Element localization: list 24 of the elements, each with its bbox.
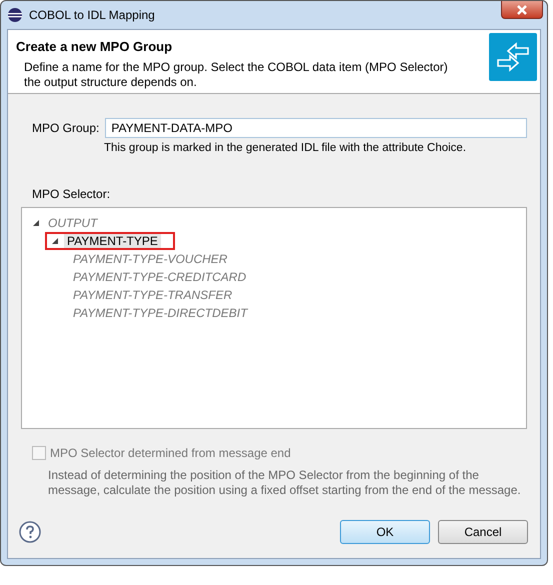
close-button[interactable] [501, 1, 543, 19]
tree-item[interactable]: PAYMENT-TYPE-VOUCHER [70, 252, 230, 266]
checkbox-label: MPO Selector determined from message end [50, 446, 291, 460]
option-description: Instead of determining the position of the MPO Selector from the beginning of the message, calculate the position using a fixed offset starting from the end of the message. [48, 468, 522, 498]
close-icon [517, 4, 527, 14]
window-title: COBOL to IDL Mapping [29, 8, 155, 22]
field-label: MPO Group: [32, 121, 100, 135]
help-icon[interactable] [19, 521, 41, 543]
ok-button[interactable]: OK [340, 520, 430, 544]
expand-icon[interactable] [51, 237, 59, 245]
tree-item[interactable]: OUTPUT [45, 216, 100, 230]
expand-icon[interactable] [32, 219, 40, 227]
arrows-icon [489, 33, 537, 81]
input-field[interactable]: PAYMENT-DATA-MPO [105, 118, 527, 138]
tree-item[interactable]: PAYMENT-TYPE [64, 234, 161, 248]
tree-item[interactable]: PAYMENT-TYPE-CREDITCARD [70, 270, 250, 284]
tree-item[interactable]: PAYMENT-TYPE-DIRECTDEBIT [70, 306, 250, 320]
cancel-button[interactable]: Cancel [438, 520, 528, 544]
field-hint: This group is marked in the generated IDL file with the attribute Choice. [103, 142, 468, 154]
page-title: Create a new MPO Group [16, 39, 174, 54]
app-icon [7, 7, 23, 23]
page-description: Define a name for the MPO group. Select the COBOL data item (MPO Selector) the output structure depends on. [23, 60, 449, 90]
tree-item[interactable]: PAYMENT-TYPE-TRANSFER [70, 288, 236, 302]
tree-label: MPO Selector: [32, 187, 112, 201]
